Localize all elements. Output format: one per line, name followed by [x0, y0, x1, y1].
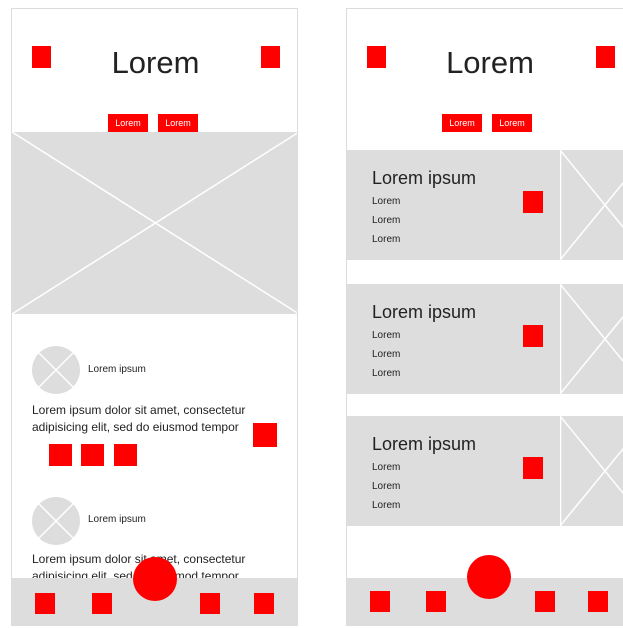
card-line: Lorem — [372, 349, 401, 360]
image-placeholder-icon — [560, 416, 623, 526]
nav-profile-icon[interactable] — [254, 593, 274, 614]
image-placeholder-icon — [12, 132, 297, 314]
like-icon[interactable] — [49, 444, 72, 466]
card-line: Lorem — [372, 234, 401, 245]
nav-profile-icon[interactable] — [588, 591, 608, 612]
post-author: Lorem ipsum — [88, 364, 146, 375]
card-line: Lorem — [372, 330, 401, 341]
post-body: Lorem ipsum dolor sit amet, consectetur … — [32, 403, 246, 434]
card-title: Lorem ipsum — [372, 168, 477, 188]
card-line: Lorem — [372, 368, 401, 379]
card-action-icon[interactable] — [523, 325, 543, 347]
nav-home-icon[interactable] — [35, 593, 55, 614]
avatar[interactable] — [32, 346, 80, 394]
avatar[interactable] — [32, 497, 80, 545]
nav-search-icon[interactable] — [426, 591, 446, 612]
image-placeholder-icon — [560, 150, 623, 260]
tab-chip-2[interactable]: Lorem — [492, 114, 532, 132]
card-line: Lorem — [372, 481, 401, 492]
card-title: Lorem ipsum — [372, 434, 477, 454]
card-title: Lorem ipsum — [372, 302, 477, 322]
nav-home-icon[interactable] — [370, 591, 390, 612]
action-icon[interactable] — [596, 46, 615, 68]
avatar-placeholder-icon — [38, 352, 74, 388]
image-placeholder-icon — [560, 284, 623, 394]
action-icon[interactable] — [261, 46, 280, 68]
card-line: Lorem — [372, 500, 401, 511]
tab-chip-2[interactable]: Lorem — [158, 114, 198, 132]
list-card[interactable]: Lorem ipsum Lorem Lorem Lorem — [347, 150, 623, 260]
nav-notifications-icon[interactable] — [200, 593, 220, 614]
page-title: Lorem — [446, 45, 534, 80]
card-action-icon[interactable] — [523, 457, 543, 479]
add-button[interactable] — [467, 555, 511, 599]
share-icon[interactable] — [114, 444, 137, 466]
comment-icon[interactable] — [81, 444, 104, 466]
right-phone-screen: Lorem Lorem Lorem Lorem ipsum Lorem Lore… — [346, 8, 623, 626]
tab-chip-1[interactable]: Lorem — [108, 114, 148, 132]
list-card[interactable]: Lorem ipsum Lorem Lorem Lorem — [347, 416, 623, 526]
page-title: Lorem — [111, 45, 200, 80]
card-action-icon[interactable] — [523, 191, 543, 213]
hero-image-placeholder — [12, 132, 297, 314]
post-action-icon[interactable] — [253, 423, 277, 447]
tab-chip-1[interactable]: Lorem — [442, 114, 482, 132]
card-line: Lorem — [372, 215, 401, 226]
add-button[interactable] — [133, 557, 177, 601]
card-line: Lorem — [372, 462, 401, 473]
avatar-placeholder-icon — [38, 503, 74, 539]
card-line: Lorem — [372, 196, 401, 207]
list-card[interactable]: Lorem ipsum Lorem Lorem Lorem — [347, 284, 623, 394]
post-author: Lorem ipsum — [88, 514, 146, 525]
nav-notifications-icon[interactable] — [535, 591, 555, 612]
nav-search-icon[interactable] — [92, 593, 112, 614]
left-phone-screen: Lorem Lorem Lorem Lorem ipsum Lorem ipsu… — [11, 8, 298, 626]
